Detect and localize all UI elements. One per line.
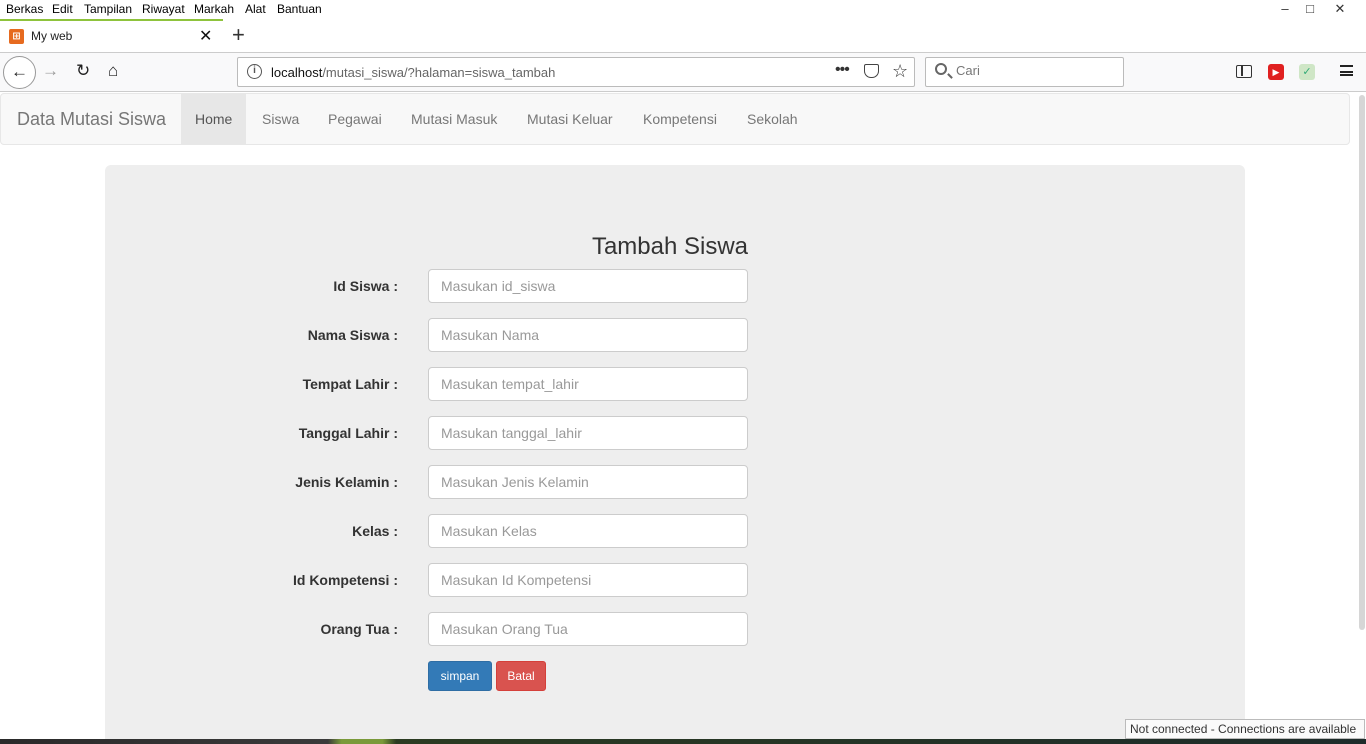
menu-tampilan[interactable]: Tampilan: [84, 2, 132, 16]
batal-button[interactable]: Batal: [496, 661, 546, 691]
tanggal-lahir-input[interactable]: [428, 416, 748, 450]
kelas-input[interactable]: [428, 514, 748, 548]
search-icon: [935, 63, 947, 75]
id-siswa-input[interactable]: [428, 269, 748, 303]
form-title: Tambah Siswa: [105, 233, 1245, 261]
sidebar-icon[interactable]: [1236, 65, 1252, 78]
id-kompetensi-input[interactable]: [428, 563, 748, 597]
label-jenis-kelamin: Jenis Kelamin :: [295, 474, 398, 490]
youtube-icon[interactable]: ▶: [1268, 64, 1284, 80]
tempat-lahir-input[interactable]: [428, 367, 748, 401]
site-navbar: Data Mutasi Siswa Home Siswa Pegawai Mut…: [0, 93, 1350, 145]
tab-strip: ⊞ My web ✕ +: [0, 19, 1366, 52]
label-id-kompetensi: Id Kompetensi :: [292, 572, 398, 588]
bookmark-star-icon[interactable]: ☆: [892, 61, 908, 82]
page-scrollbar[interactable]: [1359, 95, 1365, 630]
label-tempat-lahir: Tempat Lahir :: [302, 376, 398, 392]
tab-close-icon[interactable]: ✕: [199, 26, 212, 46]
url-bar[interactable]: i localhost/mutasi_siswa/?halaman=siswa_…: [237, 57, 915, 87]
back-icon[interactable]: ←: [3, 56, 36, 89]
nav-sekolah[interactable]: Sekolah: [747, 94, 798, 144]
menu-markah[interactable]: Markah: [194, 2, 234, 16]
form-title-text: Tambah Siswa: [591, 233, 749, 260]
tab-title: My web: [31, 29, 73, 43]
menu-hamburger-icon[interactable]: [1340, 65, 1353, 76]
info-icon[interactable]: i: [247, 64, 262, 79]
nav-home[interactable]: Home: [181, 94, 246, 144]
nav-kompetensi[interactable]: Kompetensi: [643, 94, 717, 144]
label-id-siswa: Id Siswa :: [333, 278, 398, 294]
extension-icon[interactable]: ✓: [1299, 64, 1315, 80]
simpan-button[interactable]: simpan: [428, 661, 492, 691]
maximize-icon[interactable]: □: [1296, 0, 1324, 19]
nav-pegawai[interactable]: Pegawai: [328, 94, 382, 144]
menu-edit[interactable]: Edit: [52, 2, 73, 16]
jenis-kelamin-input[interactable]: [428, 465, 748, 499]
nav-mutasi-masuk[interactable]: Mutasi Masuk: [411, 94, 497, 144]
form-container: Tambah Siswa Id Siswa : Nama Siswa : Tem…: [105, 165, 1245, 744]
url-path: /mutasi_siswa/?halaman=siswa_tambah: [322, 65, 556, 80]
home-icon[interactable]: ⌂: [108, 61, 118, 81]
browser-toolbar: ← → ↻ ⌂ i localhost/mutasi_siswa/?halama…: [0, 52, 1366, 92]
browser-tab[interactable]: ⊞ My web ✕: [0, 19, 223, 52]
search-bar[interactable]: [925, 57, 1124, 87]
label-orang-tua: Orang Tua :: [320, 621, 398, 637]
os-taskbar: [0, 739, 1366, 744]
orang-tua-input[interactable]: [428, 612, 748, 646]
menu-alat[interactable]: Alat: [245, 2, 266, 16]
reload-icon[interactable]: ↻: [76, 61, 90, 81]
forward-icon[interactable]: →: [42, 61, 59, 81]
minimize-icon[interactable]: –: [1271, 0, 1299, 19]
search-input[interactable]: [956, 63, 1116, 78]
page-viewport: Data Mutasi Siswa Home Siswa Pegawai Mut…: [0, 93, 1366, 744]
nav-siswa[interactable]: Siswa: [262, 94, 299, 144]
url-text: localhost/mutasi_siswa/?halaman=siswa_ta…: [271, 65, 555, 80]
label-nama-siswa: Nama Siswa :: [307, 327, 398, 343]
page-actions-icon[interactable]: •••: [835, 61, 850, 79]
label-kelas: Kelas :: [352, 523, 398, 539]
new-tab-icon[interactable]: +: [232, 22, 245, 48]
window-close-icon[interactable]: ✕: [1326, 0, 1354, 19]
menu-riwayat[interactable]: Riwayat: [142, 2, 185, 16]
nama-siswa-input[interactable]: [428, 318, 748, 352]
menu-bantuan[interactable]: Bantuan: [277, 2, 322, 16]
menu-berkas[interactable]: Berkas: [6, 2, 43, 16]
nav-mutasi-keluar[interactable]: Mutasi Keluar: [527, 94, 613, 144]
label-tanggal-lahir: Tanggal Lahir :: [298, 425, 398, 441]
url-host: localhost: [271, 65, 323, 80]
site-brand[interactable]: Data Mutasi Siswa: [17, 109, 166, 130]
status-tooltip: Not connected - Connections are availabl…: [1125, 719, 1365, 739]
menu-bar: Berkas Edit Tampilan Riwayat Markah Alat…: [0, 0, 1366, 19]
xampp-icon: ⊞: [9, 29, 24, 44]
pocket-icon[interactable]: [864, 64, 879, 78]
